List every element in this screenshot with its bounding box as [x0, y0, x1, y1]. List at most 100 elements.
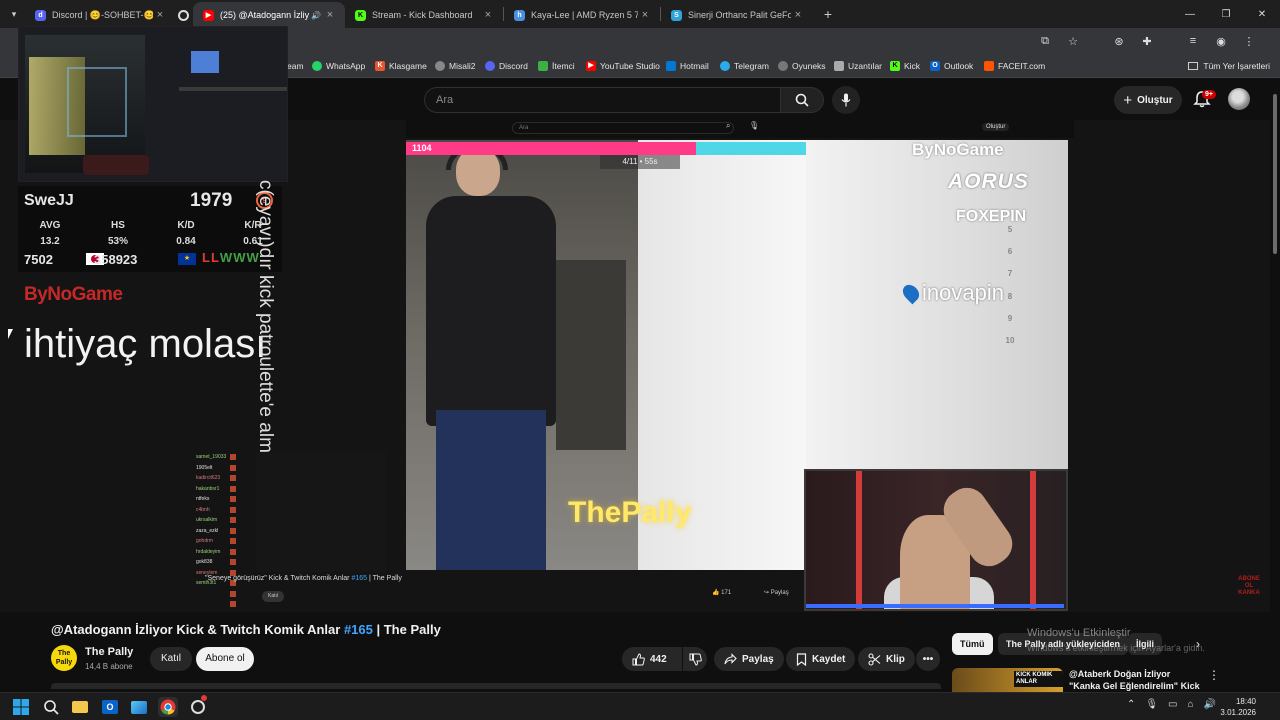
chat-message	[196, 589, 256, 600]
search-button[interactable]	[780, 87, 824, 113]
tab-close-icon[interactable]: ×	[638, 9, 652, 21]
chevron-up-icon[interactable]: ⌃	[1127, 699, 1135, 710]
create-button[interactable]: + Oluştur	[1114, 86, 1182, 114]
bookmark-oyuneks[interactable]: Oyuneks	[778, 61, 826, 71]
network-icon[interactable]: ⌂	[1188, 699, 1194, 710]
tab-close-icon[interactable]: ×	[791, 9, 805, 21]
player-elo: 1979	[190, 190, 233, 211]
bookmark-outlook[interactable]: O Outlook	[930, 61, 973, 71]
chat-username: gohdrm	[196, 538, 213, 545]
bookmark-star-icon[interactable]: ☆	[1064, 32, 1082, 50]
bookmark-kick[interactable]: K Kick	[890, 61, 920, 71]
tab-sinerji[interactable]: S Sinerji Orthanc Palit GeForce RT ×	[661, 2, 813, 28]
join-button[interactable]: Katıl	[150, 647, 192, 671]
tab-kick-dashboard[interactable]: K Stream - Kick Dashboard ×	[345, 2, 503, 28]
tab-close-icon[interactable]: ×	[153, 9, 167, 21]
page-scrollbar[interactable]	[1270, 82, 1280, 610]
share-button[interactable]: Paylaş	[714, 647, 784, 671]
gamepad-icon[interactable]: ⊛	[1110, 32, 1128, 50]
chrome-icon[interactable]	[158, 697, 178, 717]
voice-search-button[interactable]	[832, 86, 860, 114]
dislike-button[interactable]	[683, 647, 707, 671]
menu-icon[interactable]: ⋮	[1240, 32, 1258, 50]
search-input[interactable]: Ara	[424, 87, 780, 113]
audio-playing-icon[interactable]: 🔊	[309, 11, 323, 20]
tab-discord[interactable]: d Discord | 😊-SOHBET-😊 | ×	[25, 2, 175, 28]
system-clock[interactable]: 18:40 3.01.2026	[1220, 696, 1256, 718]
person-figure	[426, 196, 556, 426]
outlook-icon[interactable]: O	[100, 697, 120, 717]
tab-pinned-record[interactable]	[175, 2, 193, 28]
volume-icon[interactable]: 🔊	[1204, 699, 1216, 710]
clock-time: 18:40	[1235, 697, 1256, 706]
media-controls-icon[interactable]: ≡	[1184, 32, 1202, 50]
bookmark-faceit[interactable]: FACEIT.com	[984, 61, 1045, 71]
search-icon[interactable]	[41, 697, 61, 717]
windows-start-icon[interactable]	[11, 697, 31, 717]
bookmark-itemci[interactable]: İtemci	[538, 61, 575, 71]
chat-message: hrdaldeyim	[196, 547, 256, 558]
bookmark-youtube-studio[interactable]: ▶ YouTube Studio	[586, 61, 660, 71]
chat-badge	[230, 506, 236, 513]
install-app-icon[interactable]: ⧉	[1036, 32, 1054, 50]
faceit-stats-panel: SweJJ 1979 9 AVG HS K/D K/R 13.2 53% 0.8…	[18, 186, 282, 272]
extensions-icon[interactable]: ✚	[1138, 32, 1156, 50]
steam-icon[interactable]	[188, 695, 208, 717]
minimize-icon[interactable]: —	[1172, 0, 1208, 28]
profile-icon[interactable]: ◉	[1212, 32, 1230, 50]
tab-youtube[interactable]: ▶ (25) @Atadogann İzliyor Ki 🔊 ×	[193, 2, 345, 28]
subscribe-button[interactable]: Abone ol	[196, 647, 254, 671]
bookmark-hotmail[interactable]: Hotmail	[666, 61, 709, 71]
bookmark-uzantilar[interactable]: Uzantılar	[834, 61, 882, 71]
channel-avatar[interactable]: The Pally	[51, 645, 77, 671]
bookmark-discord[interactable]: Discord	[485, 61, 528, 71]
recommended-thumbnail[interactable]: KICK KOMIK ANLAR	[952, 668, 1063, 692]
tab-close-icon[interactable]: ×	[323, 9, 337, 21]
discord-icon: d	[35, 9, 46, 21]
bookmark-telegram[interactable]: Telegram	[720, 61, 769, 71]
description-box[interactable]	[51, 683, 941, 689]
windows-taskbar: O ⌃ 🎙 ▭ ⌂ 🔊 18:40 3.01.2026	[0, 692, 1280, 720]
bookmark-klasgame[interactable]: K Klasgame	[375, 61, 427, 71]
all-bookmarks[interactable]: Tüm Yer İşaretleri	[1188, 61, 1270, 71]
bookmark-steam[interactable]: eam	[287, 61, 304, 71]
kick-icon: K	[355, 9, 366, 21]
chip-all[interactable]: Tümü	[952, 633, 993, 655]
window-controls: — ❐ ✕	[1172, 0, 1280, 28]
tab-close-icon[interactable]: ×	[481, 9, 495, 21]
restore-icon[interactable]: ❐	[1208, 0, 1244, 28]
recommended-title[interactable]: @Ataberk Doğan İzliyor "Kanka Gel Eğlend…	[1069, 668, 1204, 692]
mic-tray-icon[interactable]: 🎙	[1145, 699, 1158, 710]
display-icon[interactable]: ▭	[1168, 699, 1177, 710]
chat-badge	[230, 485, 236, 492]
new-tab-icon[interactable]: +	[817, 6, 839, 22]
chat-panel	[256, 452, 386, 572]
clock-date: 3.01.2026	[1220, 708, 1256, 717]
save-button[interactable]: Kaydet	[786, 647, 856, 671]
hashtag-link[interactable]: #165	[344, 622, 373, 637]
misali-icon	[435, 61, 445, 71]
chat-username: 1905elt	[196, 464, 213, 471]
sponsor-foxepin: FOXEPIN	[956, 208, 1027, 225]
chat-badge	[230, 559, 236, 566]
player-name: SweJJ	[24, 192, 74, 209]
tab-search-menu-icon[interactable]: ▾	[3, 3, 25, 25]
bookmark-misali2[interactable]: Misali2	[435, 61, 475, 71]
chat-badge	[230, 527, 236, 534]
microphone-icon	[841, 93, 851, 107]
thepally-caption: ThePally	[568, 496, 692, 529]
photos-icon[interactable]	[129, 697, 149, 717]
like-button[interactable]: 442	[622, 647, 682, 671]
clip-button[interactable]: Klip	[858, 647, 915, 671]
more-actions-button[interactable]: •••	[916, 647, 940, 671]
h-icon: h	[514, 9, 525, 21]
outlook-icon: O	[930, 61, 940, 71]
toolbar-actions: ⧉ ☆ ⊛ ✚ ≡ ◉ ⋮	[1036, 32, 1258, 50]
bookmark-whatsapp[interactable]: WhatsApp	[312, 61, 365, 71]
more-vertical-icon[interactable]: ⋮	[1208, 668, 1220, 682]
account-avatar[interactable]	[1228, 88, 1250, 110]
channel-name[interactable]: The Pally	[85, 646, 133, 658]
close-window-icon[interactable]: ✕	[1244, 0, 1280, 28]
tab-kaya-lee[interactable]: h Kaya-Lee | AMD Ryzen 5 7500X ×	[504, 2, 660, 28]
file-explorer-icon[interactable]	[70, 697, 90, 717]
